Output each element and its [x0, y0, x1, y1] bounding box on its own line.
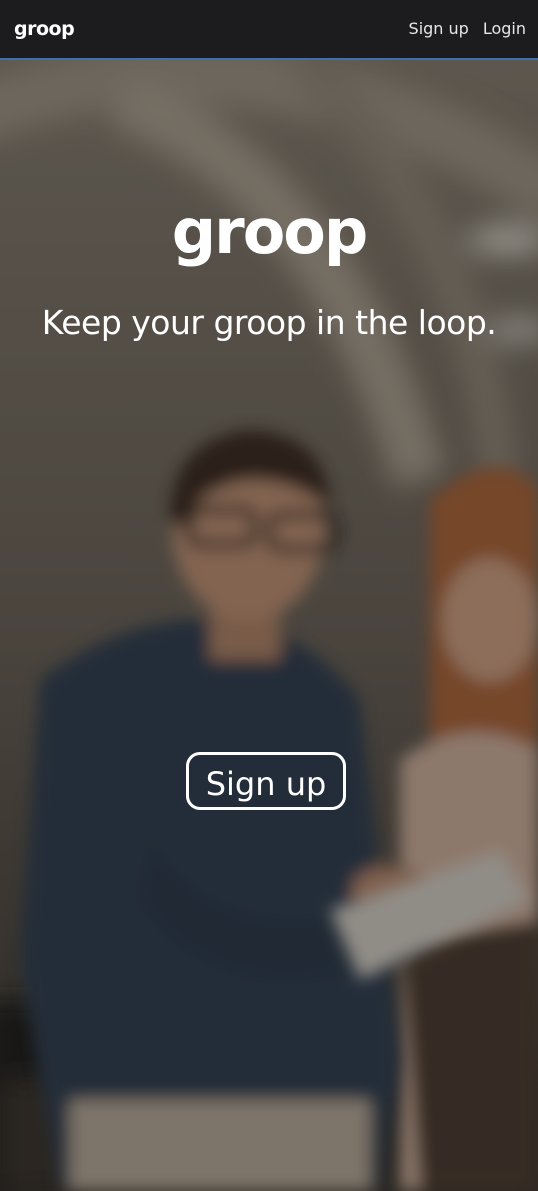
hero-signup-button[interactable]: Sign up	[186, 752, 346, 810]
hero-tagline: Keep your groop in the loop.	[41, 303, 497, 342]
nav-login-link[interactable]: Login	[483, 14, 526, 44]
nav-logo[interactable]: groop	[14, 14, 75, 44]
top-navbar: groop Sign up Login	[0, 0, 538, 60]
hero-logo: groop	[171, 195, 369, 268]
nav-links: Sign up Login	[409, 14, 526, 44]
nav-signup-link[interactable]: Sign up	[409, 14, 469, 44]
page: groop Sign up Login groop Keep your groo…	[0, 0, 538, 1191]
